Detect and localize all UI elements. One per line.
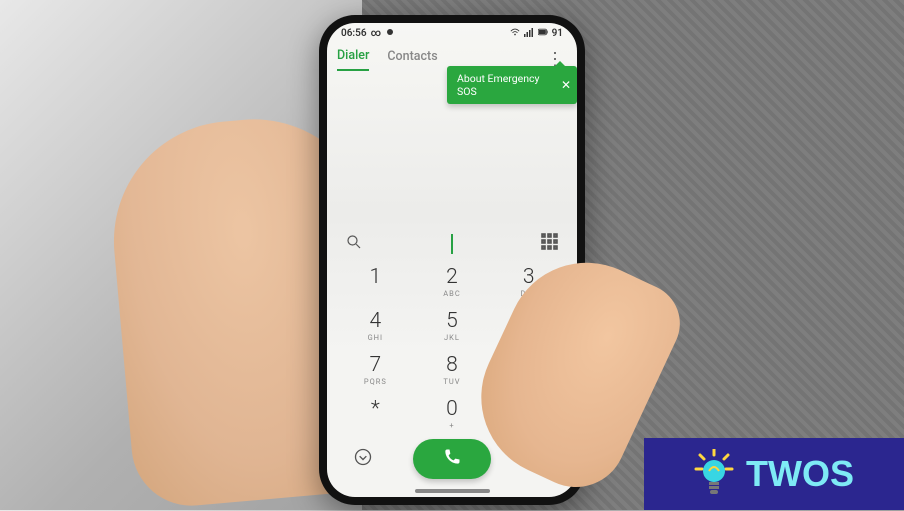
infinity-icon: ∞ — [371, 28, 381, 39]
key-0[interactable]: 0+ — [414, 391, 491, 435]
key-2[interactable]: 2ABC — [414, 259, 491, 303]
collapse-keypad-icon[interactable] — [353, 447, 373, 471]
key-1[interactable]: 1 — [337, 259, 414, 303]
battery-icon — [538, 27, 548, 40]
phone-icon — [442, 447, 462, 471]
tab-dialer[interactable]: Dialer — [337, 48, 369, 71]
status-time: 06:56 — [341, 28, 367, 39]
lightbulb-icon — [694, 449, 734, 499]
twos-watermark: TWOS — [644, 438, 904, 510]
tab-contacts[interactable]: Contacts — [387, 49, 437, 70]
key-5[interactable]: 5JKL — [414, 303, 491, 347]
notification-dot-icon — [385, 27, 395, 40]
emergency-sos-tooltip[interactable]: About Emergency SOS ✕ — [447, 66, 577, 104]
key-star[interactable]: * — [337, 391, 414, 435]
watermark-text: TWOS — [746, 453, 854, 495]
wifi-icon — [510, 27, 520, 40]
dial-input-row — [327, 227, 577, 259]
search-icon[interactable] — [345, 233, 363, 255]
dialpad-grid-icon[interactable] — [541, 233, 559, 255]
battery-percent: 91 — [552, 28, 563, 39]
number-input[interactable] — [451, 234, 453, 254]
key-4[interactable]: 4GHI — [337, 303, 414, 347]
close-icon[interactable]: ✕ — [561, 78, 571, 92]
key-7[interactable]: 7PQRS — [337, 347, 414, 391]
nav-bar-handle[interactable] — [415, 489, 490, 493]
tooltip-text: About Emergency SOS — [457, 72, 540, 98]
signal-icon — [524, 27, 534, 40]
key-8[interactable]: 8TUV — [414, 347, 491, 391]
call-button[interactable] — [413, 439, 491, 479]
status-bar: 06:56 ∞ 91 — [327, 23, 577, 42]
